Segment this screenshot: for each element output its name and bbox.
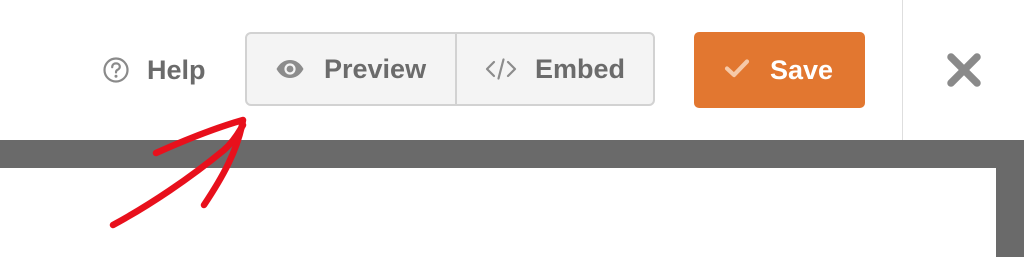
close-icon bbox=[946, 52, 982, 93]
code-icon bbox=[485, 57, 517, 81]
form-preview-panel bbox=[0, 168, 996, 257]
form-builder-toolbar: Help Preview Embed Save bbox=[0, 0, 1024, 140]
eye-icon bbox=[275, 59, 305, 79]
toolbar-divider bbox=[902, 0, 903, 140]
preview-label: Preview bbox=[324, 53, 427, 84]
help-link[interactable]: Help bbox=[102, 52, 206, 88]
embed-button[interactable]: Embed bbox=[457, 34, 653, 104]
help-label: Help bbox=[147, 54, 206, 85]
embed-label: Embed bbox=[535, 53, 626, 84]
preview-button[interactable]: Preview bbox=[247, 34, 457, 104]
close-button[interactable] bbox=[945, 52, 983, 93]
preview-embed-group: Preview Embed bbox=[245, 32, 655, 106]
checkmark-icon bbox=[724, 58, 750, 83]
question-circle-icon bbox=[102, 56, 130, 84]
save-button[interactable]: Save bbox=[694, 32, 865, 108]
save-label: Save bbox=[770, 54, 834, 85]
